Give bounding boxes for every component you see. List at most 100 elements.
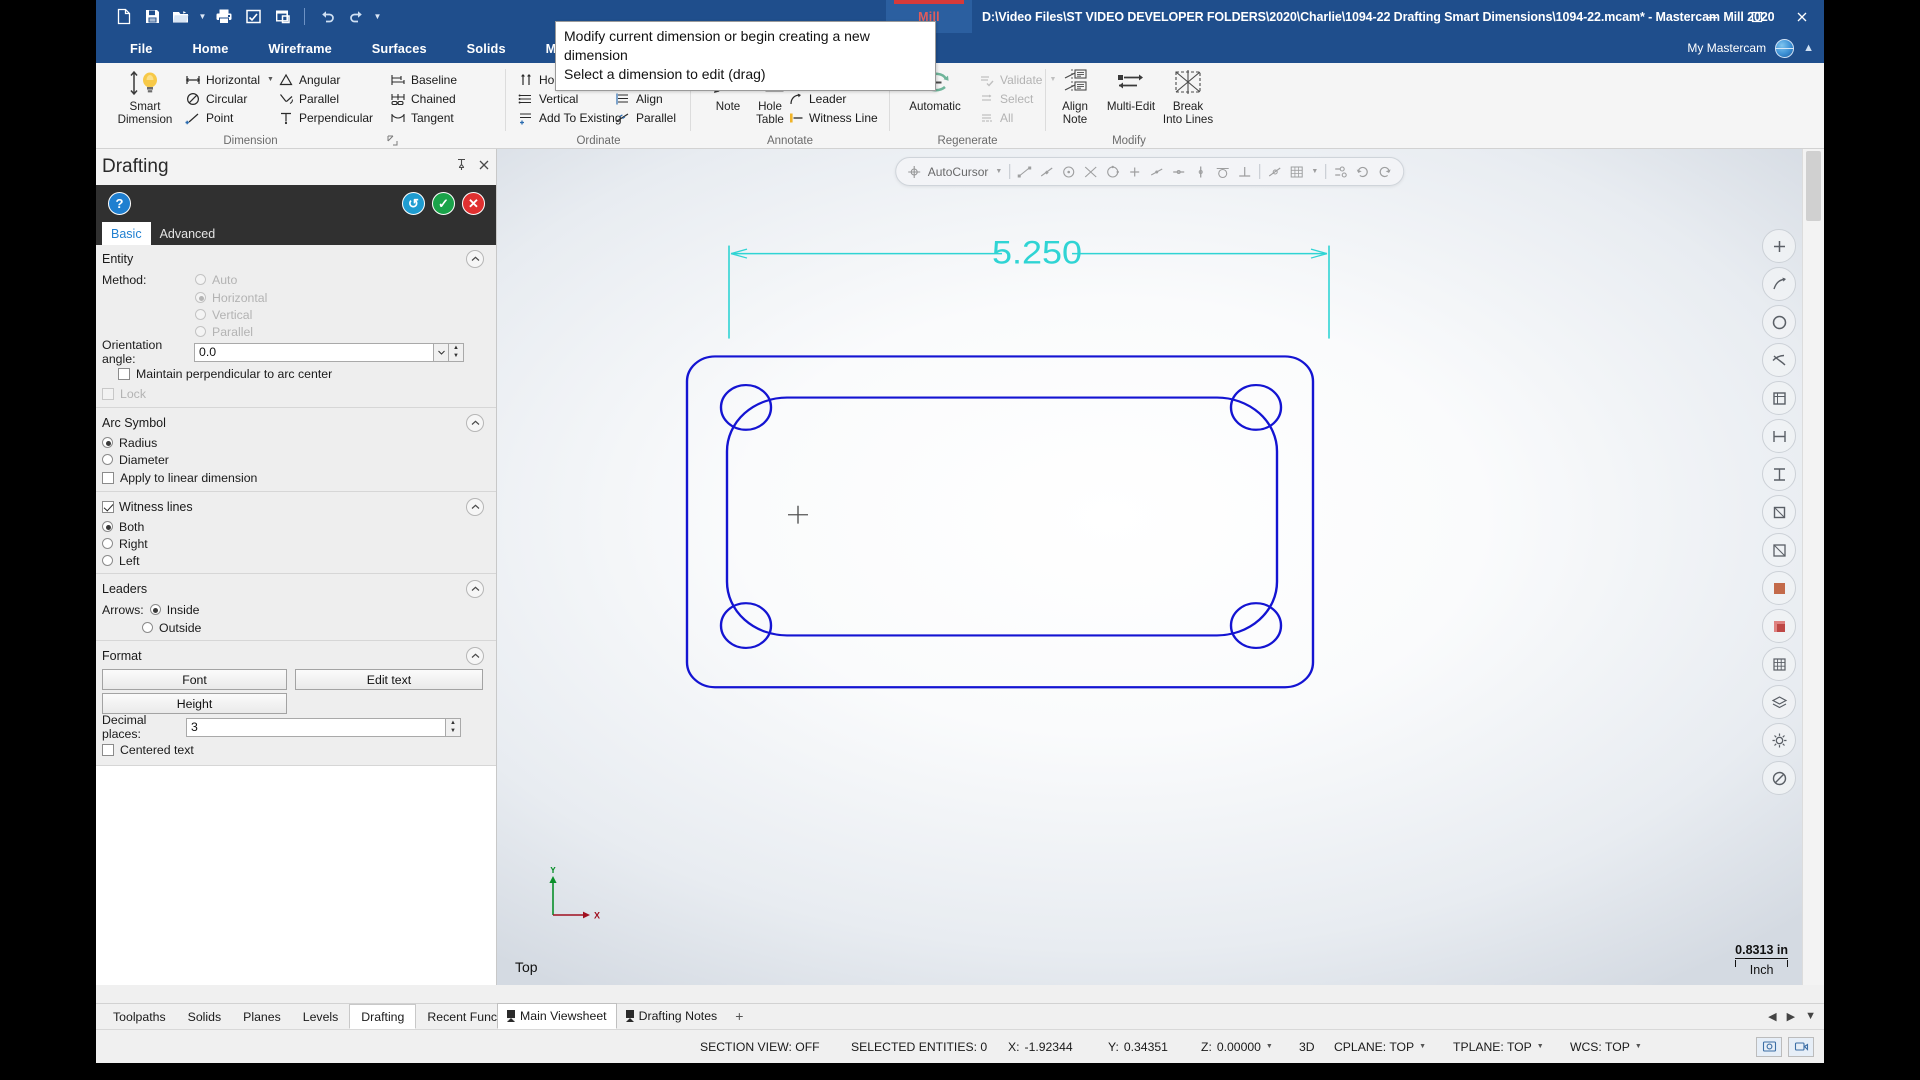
smart-dimension-button[interactable]: Smart Dimension	[112, 66, 178, 126]
isometric-icon[interactable]	[1762, 381, 1796, 415]
edit-text-button[interactable]: Edit text	[295, 669, 483, 690]
decimal-places-stepper[interactable]: ▲▼	[446, 718, 461, 737]
dimension-baseline-button[interactable]: Baseline	[386, 70, 460, 89]
close-icon[interactable]	[478, 158, 490, 176]
next-tab-icon[interactable]: ▶	[1787, 1010, 1795, 1023]
chevron-up-icon[interactable]	[466, 414, 484, 432]
radio-witness-right[interactable]	[102, 538, 113, 549]
apply-linear-checkbox[interactable]	[102, 472, 114, 484]
bottom-tab-solids[interactable]: Solids	[177, 1004, 233, 1029]
chevron-up-icon[interactable]	[466, 580, 484, 598]
centered-text-checkbox[interactable]	[102, 744, 114, 756]
chevron-down-icon[interactable]: ▼	[1419, 1043, 1426, 1050]
dimension-tangent-button[interactable]: Tangent	[386, 108, 457, 127]
orientation-angle-dropdown[interactable]	[434, 343, 449, 362]
scrollbar-thumb[interactable]	[1806, 151, 1821, 221]
radio-witness-left[interactable]	[102, 555, 113, 566]
save-icon[interactable]	[139, 3, 165, 29]
witness-line-button[interactable]: Witness Line	[784, 108, 881, 127]
chevron-down-icon[interactable]: ▼	[1537, 1043, 1544, 1050]
collapse-ribbon-caret[interactable]: ▲	[1803, 42, 1814, 54]
orientation-angle-stepper[interactable]: ▲▼	[449, 343, 464, 362]
new-file-icon[interactable]	[110, 3, 136, 29]
dimension-horizontal-button[interactable]: Horizontal ▼	[181, 70, 277, 89]
bottom-tab-toolpaths[interactable]: Toolpaths	[102, 1004, 177, 1029]
ordinate-parallel-button[interactable]: Parallel	[611, 108, 679, 127]
ribbon-tab-home[interactable]: Home	[172, 33, 248, 63]
prev-tab-icon[interactable]: ◀	[1768, 1010, 1776, 1023]
shaded-icon[interactable]	[1762, 571, 1796, 605]
orientation-angle-input[interactable]: 0.0	[194, 343, 434, 362]
right-view-icon[interactable]	[1762, 495, 1796, 529]
graphics-viewport[interactable]: AutoCursor ▼	[497, 149, 1802, 985]
close-button[interactable]	[1779, 0, 1824, 33]
multi-edit-button[interactable]: Multi-Edit	[1100, 66, 1162, 114]
ribbon-tab-wireframe[interactable]: Wireframe	[248, 33, 351, 63]
status-section-view[interactable]: SECTION VIEW: OFF	[700, 1040, 820, 1054]
undo-icon[interactable]	[314, 3, 340, 29]
dimension-chained-button[interactable]: Chained	[386, 89, 459, 108]
screen-capture-icon[interactable]	[240, 3, 266, 29]
viewsheet-tab-drafting-notes[interactable]: Drafting Notes	[617, 1003, 727, 1029]
minimize-button[interactable]	[1689, 0, 1734, 33]
blank-icon[interactable]	[1762, 761, 1796, 795]
reapply-button[interactable]: ↺	[402, 192, 425, 215]
maximize-button[interactable]	[1734, 0, 1779, 33]
ordinate-align-button[interactable]: Align	[611, 89, 666, 108]
open-dropdown-caret[interactable]: ▼	[197, 3, 208, 29]
ok-button[interactable]: ✓	[432, 192, 455, 215]
grid-icon[interactable]	[1762, 647, 1796, 681]
chevron-up-icon[interactable]	[466, 250, 484, 268]
dimension-perpendicular-button[interactable]: Perpendicular	[274, 108, 376, 127]
align-note-button[interactable]: Align Note	[1050, 66, 1100, 126]
decimal-places-input[interactable]: 3	[186, 718, 446, 737]
print-icon[interactable]	[211, 3, 237, 29]
chevron-down-icon[interactable]: ▼	[267, 76, 274, 83]
video-record-status-icon[interactable]	[1788, 1037, 1814, 1057]
radio-method-vertical[interactable]	[195, 309, 206, 320]
witness-lines-checkbox[interactable]	[102, 501, 114, 513]
bottom-tab-levels[interactable]: Levels	[292, 1004, 350, 1029]
status-z-coordinate[interactable]: Z: 0.00000 ▼	[1201, 1040, 1273, 1054]
radio-witness-both[interactable]	[102, 521, 113, 532]
settings-gear-icon[interactable]	[1762, 723, 1796, 757]
status-wcs[interactable]: WCS: TOP ▼	[1570, 1040, 1642, 1054]
radio-method-horizontal[interactable]	[195, 292, 206, 303]
bottom-tab-drafting[interactable]: Drafting	[349, 1004, 416, 1029]
help-button[interactable]: ?	[108, 192, 131, 215]
radio-arc-diameter[interactable]	[102, 454, 113, 465]
tab-advanced[interactable]: Advanced	[151, 222, 225, 245]
ribbon-tab-file[interactable]: File	[110, 33, 172, 63]
tab-basic[interactable]: Basic	[102, 222, 151, 245]
dimension-point-button[interactable]: Point	[181, 108, 236, 127]
my-mastercam-label[interactable]: My Mastercam	[1687, 41, 1766, 55]
tab-list-icon[interactable]: ▼	[1805, 1010, 1816, 1022]
translucency-icon[interactable]	[1762, 609, 1796, 643]
pin-icon[interactable]	[455, 158, 468, 176]
dimension-angular-button[interactable]: Angular	[274, 70, 343, 89]
status-tplane[interactable]: TPLANE: TOP ▼	[1453, 1040, 1544, 1054]
radio-method-parallel[interactable]	[195, 326, 206, 337]
wireframe-shade-icon[interactable]	[1762, 533, 1796, 567]
pan-icon[interactable]	[1762, 267, 1796, 301]
radio-arrows-inside[interactable]	[150, 604, 161, 615]
ordinate-add-to-existing-button[interactable]: Add To Existing	[514, 108, 625, 127]
radio-arrows-outside[interactable]	[142, 622, 153, 633]
status-cplane[interactable]: CPLANE: TOP ▼	[1334, 1040, 1426, 1054]
fit-screen-icon[interactable]	[1762, 229, 1796, 263]
font-button[interactable]: Font	[102, 669, 287, 690]
leader-button[interactable]: Leader	[784, 89, 849, 108]
zoom-icon[interactable]	[1762, 305, 1796, 339]
chevron-up-icon[interactable]	[466, 498, 484, 516]
ribbon-tab-solids[interactable]: Solids	[447, 33, 526, 63]
front-view-icon[interactable]	[1762, 419, 1796, 453]
open-folder-icon[interactable]	[168, 3, 194, 29]
maintain-perp-checkbox[interactable]	[118, 368, 130, 380]
qat-overflow-caret[interactable]: ▼	[372, 3, 383, 29]
dimension-parallel-button[interactable]: Parallel	[274, 89, 342, 108]
viewport-scrollbar[interactable]	[1802, 149, 1824, 985]
status-3d-mode[interactable]: 3D	[1299, 1040, 1315, 1054]
chevron-down-icon[interactable]: ▼	[1266, 1043, 1273, 1050]
viewsheet-tab-main[interactable]: Main Viewsheet	[497, 1003, 617, 1029]
radio-arc-radius[interactable]	[102, 437, 113, 448]
